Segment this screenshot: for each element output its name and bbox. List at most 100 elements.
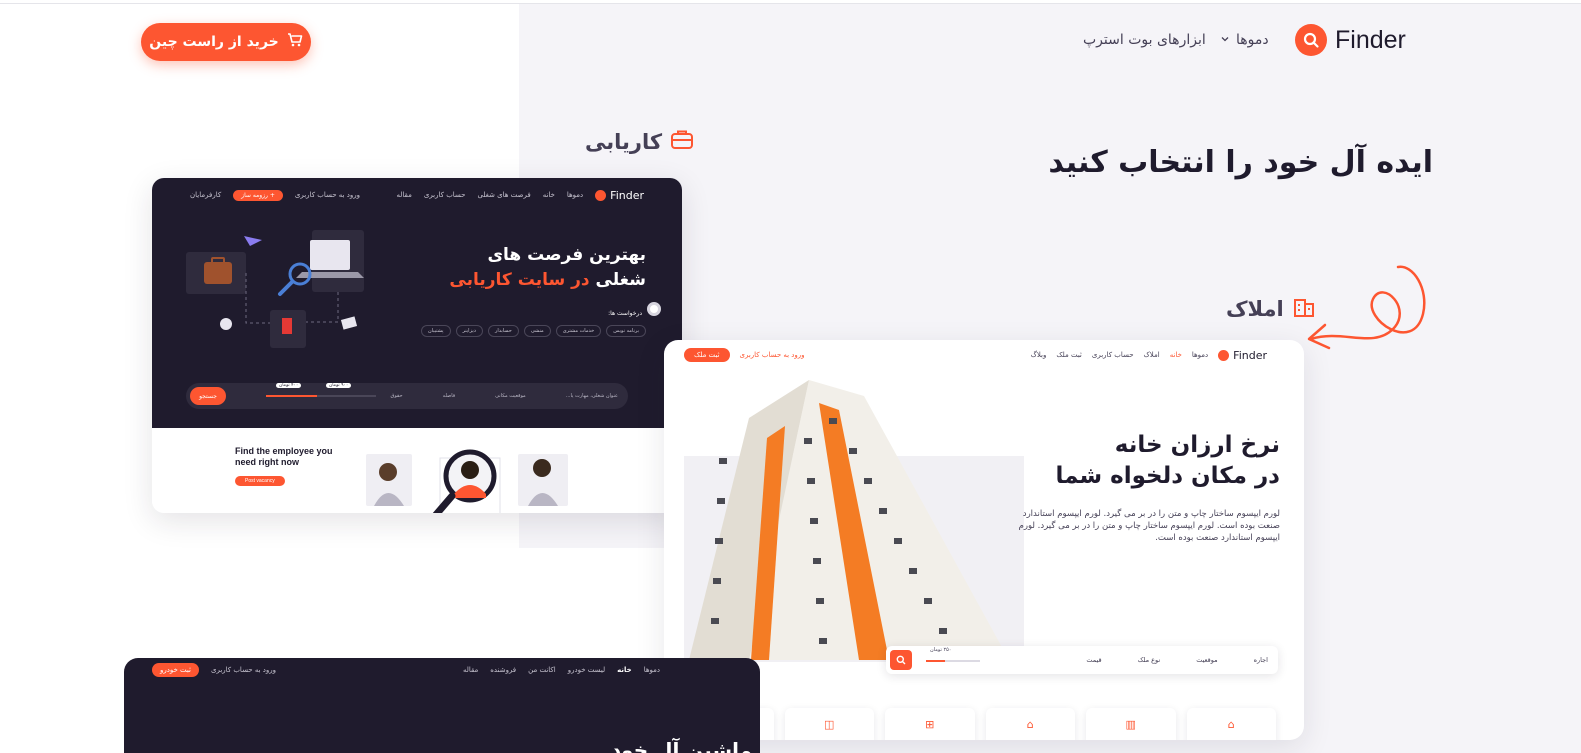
page-title: ایده آل خود را انتخاب کنید xyxy=(1048,145,1433,180)
briefcase-icon xyxy=(670,128,694,155)
estate-preview-brand: Finder xyxy=(1218,349,1267,362)
job-slider-max: ۹۰۰ تومان xyxy=(326,383,352,388)
estate-heading-line1: نرخ ارزان خانه xyxy=(1114,432,1280,458)
job-heading-accent: در سایت کاریابی xyxy=(449,270,590,290)
cart-icon xyxy=(287,32,303,52)
estate-price-slider xyxy=(926,660,980,662)
job-preview-brand: Finder xyxy=(595,189,644,202)
job-preview-brand-text: Finder xyxy=(610,188,644,202)
job-search-bar: عنوان شغلی، مهارت یا... موقعیت مکانی فاص… xyxy=(186,383,628,409)
job-requests-label: درخواست ها: xyxy=(608,310,642,317)
background-strip xyxy=(519,548,664,668)
estate-search-button xyxy=(890,650,912,670)
brand-logo[interactable]: Finder xyxy=(1295,24,1406,56)
car-nav-item: دموها xyxy=(643,666,660,674)
car-heading: ماشین آل خود xyxy=(610,738,752,753)
car-demo-preview[interactable]: دموها خانه لیست خودرو اکانت من فروشنده م… xyxy=(124,658,760,753)
job-search-button: جستجو xyxy=(190,387,226,405)
category-office-icon: ⊞ xyxy=(885,708,975,740)
job-chip: حسابدار xyxy=(487,325,519,337)
job-hero: Finder دموها خانه فرصت های شغلی حساب کار… xyxy=(152,178,682,428)
estate-demo-preview[interactable]: Finder دموها خانه املاک حساب کاربری ثبت … xyxy=(664,340,1304,740)
estate-nav-item-active: خانه xyxy=(1169,351,1182,359)
job-chip: منشی xyxy=(523,325,551,337)
swirl-arrow-icon xyxy=(1307,265,1426,350)
job-search-field: فاصله xyxy=(442,393,456,399)
job-login-link: ورود به حساب کاربری xyxy=(294,191,360,199)
car-post-button: ثبت خودرو xyxy=(152,663,199,677)
estate-paragraph: لورم ایپسوم ساختار چاپ و متن را در بر می… xyxy=(1018,509,1280,543)
nav-tools-label: ابزارهای بوت استرپ xyxy=(1083,32,1206,48)
car-nav-item: لیست خودرو xyxy=(567,666,606,674)
section-jobs-title: کاریابی xyxy=(585,129,663,154)
job-salary-slider: ۴۰۰ تومان ۹۰۰ تومان xyxy=(266,383,376,397)
building-image xyxy=(689,380,1009,660)
finder-logo-icon xyxy=(1218,349,1230,361)
job-chip: پشتیبان xyxy=(420,325,451,337)
estate-nav-item: حساب کاربری xyxy=(1091,351,1134,359)
section-estate-title: املاک xyxy=(1226,296,1284,321)
category-signpost-icon: ◫ xyxy=(784,708,874,740)
finder-logo-icon xyxy=(595,189,607,201)
job-bottom-title: Find the employee you need right now xyxy=(235,446,333,467)
job-search-field: حقوق xyxy=(390,393,403,399)
car-nav-item: فروشنده xyxy=(490,666,517,674)
job-chips: برنامه نویس خدمات مشتری منشی حسابدار دیز… xyxy=(420,325,646,337)
estate-nav-item: املاک xyxy=(1143,351,1160,359)
car-nav-item: مقاله xyxy=(462,666,479,674)
estate-search-field: قیمت xyxy=(1086,656,1102,664)
scroll-dot xyxy=(647,302,661,316)
estate-post-button: ثبت ملک xyxy=(684,348,730,362)
job-demo-preview[interactable]: Finder دموها خانه فرصت های شغلی حساب کار… xyxy=(152,178,682,513)
search-icon xyxy=(896,655,906,665)
nav-bootstrap-tools[interactable]: ابزارهای بوت استرپ xyxy=(1083,32,1206,48)
job-nav-item: دموها xyxy=(566,191,584,199)
job-nav-item: خانه xyxy=(542,191,555,199)
car-nav-item-active: خانه xyxy=(617,666,632,674)
estate-nav-item: وبلاگ xyxy=(1030,351,1047,359)
estate-preview-navbar: Finder دموها خانه املاک حساب کاربری ثبت … xyxy=(664,340,1304,370)
car-preview-navbar: دموها خانه لیست خودرو اکانت من فروشنده م… xyxy=(124,658,760,682)
job-preview-navbar: Finder دموها خانه فرصت های شغلی حساب کار… xyxy=(152,178,682,212)
job-chip: خدمات مشتری xyxy=(555,325,602,337)
category-house-icon: ⌂ xyxy=(1186,708,1276,740)
section-label-jobs[interactable]: کاریابی xyxy=(585,128,694,155)
category-apartment-icon: ▥ xyxy=(1086,708,1176,740)
brand-name: Finder xyxy=(1335,25,1406,54)
estate-price-label: ۲۵۰ تومان xyxy=(930,647,952,653)
car-login-link: ورود به حساب کاربری xyxy=(210,666,277,674)
car-nav-item: اکانت من xyxy=(528,666,556,674)
job-search-field: عنوان شغلی، مهارت یا... xyxy=(565,393,618,399)
job-salary-slider-fill xyxy=(266,395,317,397)
job-heading: بهترین فرصت های شغلی در سایت کاریابی xyxy=(449,243,646,293)
estate-heading-line2: در مکان دلخواه شما xyxy=(1055,463,1280,489)
job-post-vacancy-button: Post vacancy xyxy=(235,476,285,486)
estate-search-field: موقعیت xyxy=(1196,656,1218,664)
nav-demos[interactable]: دموها xyxy=(1220,32,1269,48)
employee-illustration xyxy=(366,449,568,513)
job-post-button: + رزومه ساز xyxy=(233,189,283,201)
finder-logo-icon xyxy=(1295,24,1327,56)
estate-heading: نرخ ارزان خانه در مکان دلخواه شما xyxy=(1055,430,1280,492)
nav-demos-label: دموها xyxy=(1236,32,1269,48)
job-chip: برنامه نویس xyxy=(606,325,646,337)
job-search-field: موقعیت مکانی xyxy=(495,393,526,399)
job-illustration xyxy=(186,230,364,348)
job-nav-item: فرصت های شغلی xyxy=(477,191,531,199)
category-bank-icon: ⌂ xyxy=(985,708,1075,740)
buy-button-label: خرید از راست چین xyxy=(149,34,279,50)
buy-button[interactable]: خرید از راست چین xyxy=(141,23,311,61)
estate-price-slider-fill xyxy=(926,660,945,662)
job-nav-item: مقاله xyxy=(396,191,412,199)
estate-login-link: ورود به حساب کاربری xyxy=(739,351,805,359)
estate-brand-text: Finder xyxy=(1233,348,1267,362)
job-heading-line2: شغلی xyxy=(595,270,646,290)
job-chip: دیزاینر xyxy=(455,325,483,337)
job-bottom-section: Find the employee you need right now Pos… xyxy=(152,428,682,513)
job-heading-line1: بهترین فرصت های xyxy=(487,245,646,265)
estate-nav-item: دموها xyxy=(1191,351,1209,359)
job-slider-min: ۴۰۰ تومان xyxy=(276,383,302,388)
job-employers-link: کارفرمایان xyxy=(190,191,222,199)
job-nav-item: حساب کاربری xyxy=(423,191,466,199)
estate-nav-item: ثبت ملک xyxy=(1056,351,1082,359)
